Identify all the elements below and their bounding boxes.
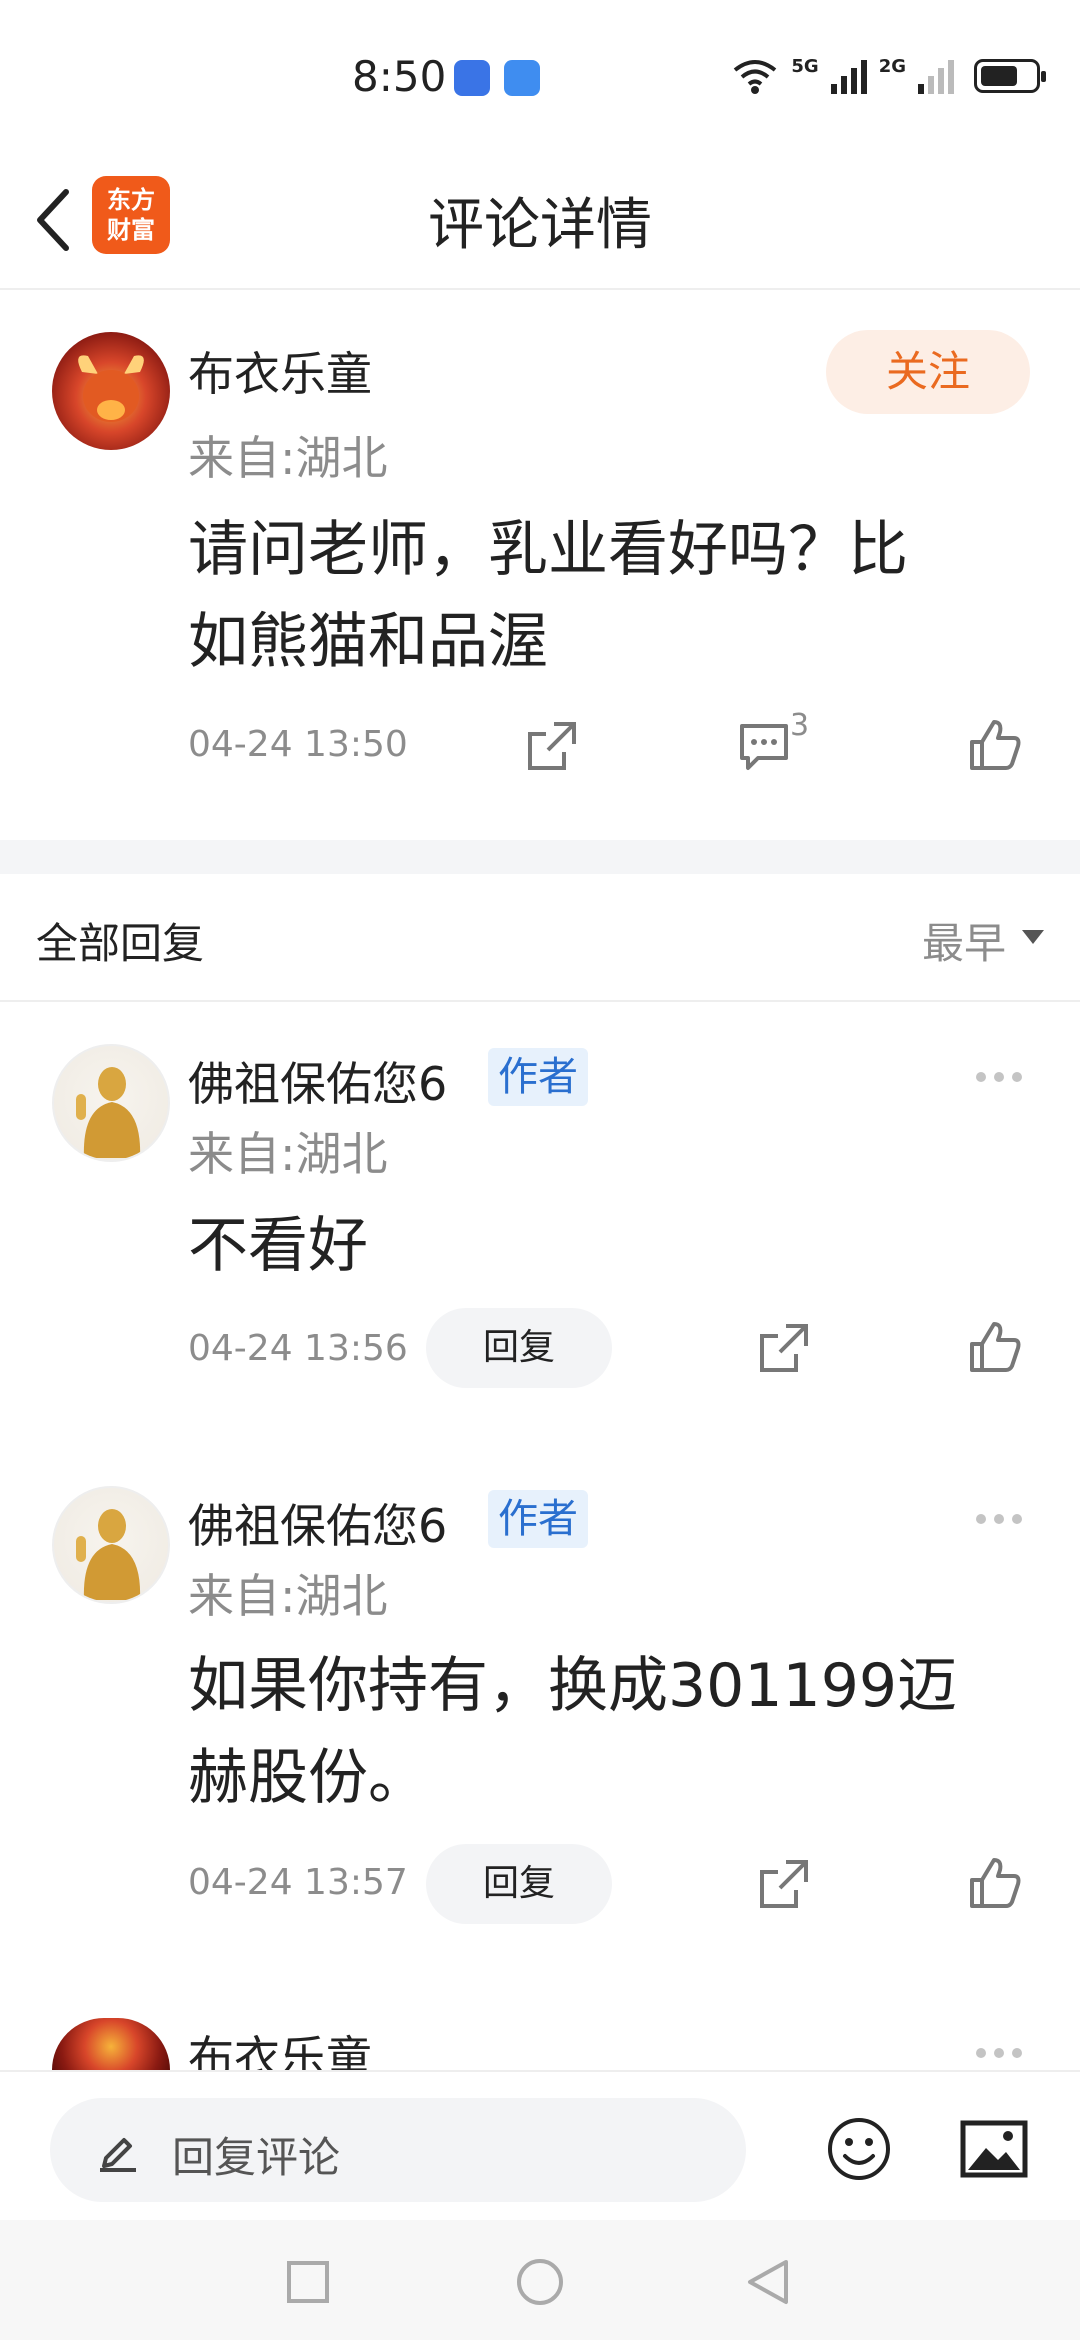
header: 东方 财富 评论详情 (0, 150, 1080, 290)
comment-time: 04-24 13:50 (188, 724, 408, 765)
system-nav-bar (0, 2220, 1080, 2340)
thumbs-up-icon[interactable] (966, 1854, 1024, 1912)
author-name[interactable]: 佛祖保佑您6 (188, 1048, 447, 1114)
bull-icon (78, 355, 144, 422)
avatar[interactable] (52, 332, 170, 450)
circle-icon[interactable] (516, 2258, 564, 2306)
avatar[interactable] (52, 1044, 170, 1162)
signal-label-2g: 2G (878, 55, 906, 77)
battery-icon (974, 59, 1046, 93)
thumbs-up-icon[interactable] (966, 1318, 1024, 1376)
sort-dropdown[interactable]: 最早 (922, 910, 1006, 971)
game-controller-icon (504, 60, 540, 96)
share-icon[interactable] (756, 1320, 812, 1376)
replies-header: 全部回复 最早 (0, 874, 1080, 1002)
status-bar: 8:50 5G 2G (0, 0, 1080, 150)
share-icon[interactable] (524, 718, 580, 774)
author-name[interactable]: 布衣乐童 (188, 2022, 372, 2070)
thumbs-up-icon[interactable] (966, 716, 1024, 774)
triangle-back-icon[interactable] (746, 2258, 790, 2306)
comment-count: 3 (790, 708, 810, 743)
caret-down-icon[interactable] (1022, 930, 1044, 944)
author-origin: 来自:湖北 (188, 431, 388, 485)
reply-button[interactable]: 回复 (426, 1308, 612, 1388)
reply-input-placeholder: 回复评论 (172, 2133, 341, 2182)
author-origin: 来自:湖北 (188, 1127, 388, 1181)
section-divider (0, 840, 1080, 874)
reply-button[interactable]: 回复 (426, 1844, 612, 1924)
square-icon[interactable] (286, 2260, 330, 2304)
status-indicators: 5G 2G (731, 55, 1046, 96)
status-time: 8:50 (352, 52, 447, 101)
buddha-icon (76, 1509, 141, 1600)
author-origin: 来自:湖北 (188, 1569, 388, 1623)
more-dots-icon[interactable] (976, 1072, 1022, 1082)
reply-content-line-1: 如果你持有，换成301199迈 (188, 1651, 958, 1721)
emoji-icon[interactable] (826, 2116, 892, 2182)
bottom-reply-bar: 回复评论 (0, 2070, 1080, 2220)
avatar[interactable] (52, 2018, 170, 2070)
avatar[interactable] (52, 1486, 170, 1604)
replies-title: 全部回复 (36, 919, 205, 968)
follow-button[interactable]: 关注 (826, 330, 1030, 414)
wifi-icon (734, 60, 777, 94)
reply-input[interactable]: 回复评论 (50, 2098, 746, 2202)
comment-content-line-2: 如熊猫和品渥 (188, 607, 548, 677)
more-dots-icon[interactable] (976, 2048, 1022, 2058)
notification-app-icon (454, 60, 490, 96)
reply-time: 04-24 13:57 (188, 1862, 408, 1903)
page-title: 评论详情 (428, 193, 652, 258)
signal-bars-icon (918, 58, 954, 94)
share-icon[interactable] (756, 1856, 812, 1912)
author-name[interactable]: 布衣乐童 (188, 338, 372, 404)
image-icon[interactable] (960, 2120, 1028, 2178)
signal-label-5g: 5G (791, 55, 819, 77)
author-tag: 作者 (488, 1048, 588, 1106)
comment-content-line-1: 请问老师，乳业看好吗？比 (188, 515, 908, 585)
more-dots-icon[interactable] (976, 1514, 1022, 1524)
reply-content-line-1: 不看好 (188, 1211, 368, 1281)
reply-time: 04-24 13:56 (188, 1328, 408, 1369)
signal-bars-icon (830, 58, 867, 94)
author-tag: 作者 (488, 1490, 588, 1548)
pencil-icon (100, 2138, 136, 2172)
reply-content-line-2: 赫股份。 (188, 1743, 428, 1813)
buddha-icon (76, 1067, 141, 1158)
author-name[interactable]: 佛祖保佑您6 (188, 1490, 447, 1556)
comment-icon[interactable] (736, 718, 792, 774)
